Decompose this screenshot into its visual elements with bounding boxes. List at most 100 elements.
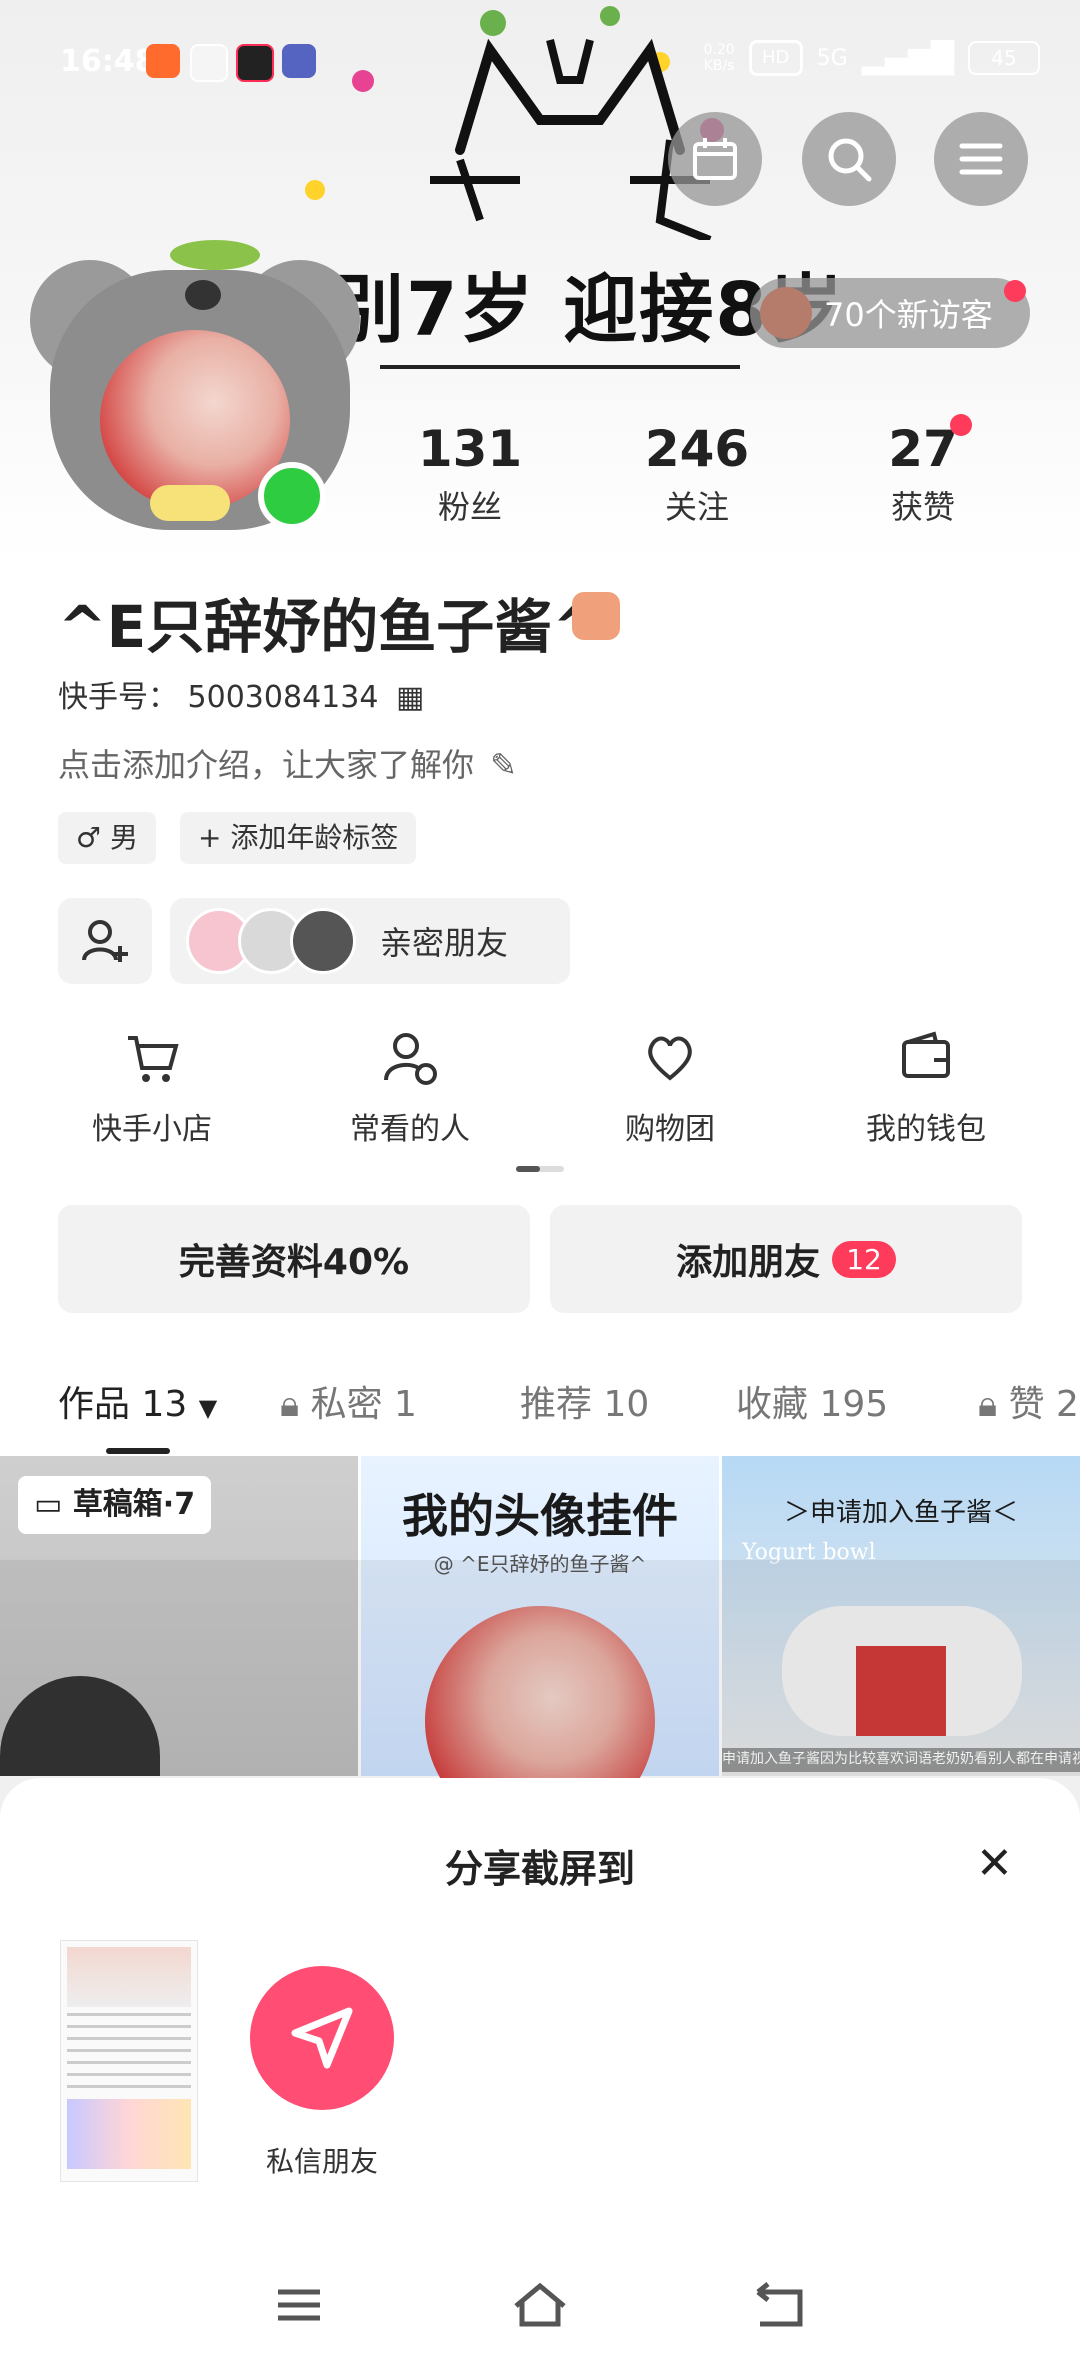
add-age-tag-button[interactable]: + 添加年龄标签 (180, 812, 417, 864)
tab-works-label: 作品 13 (58, 1384, 188, 1425)
add-friends-button[interactable]: 添加朋友 12 (550, 1205, 1022, 1313)
wallet-icon (902, 1031, 950, 1078)
tab-private-label: 私密 1 (310, 1384, 417, 1425)
intro-row[interactable]: 点击添加介绍，让大家了解你 ✎ (58, 740, 517, 786)
intro-placeholder: 点击添加介绍，让大家了解你 (58, 746, 475, 784)
frequent-people-button[interactable]: 常看的人 (300, 1030, 520, 1148)
following-stat[interactable]: 246 关注 (607, 420, 787, 528)
thumbnail-grid (67, 2099, 191, 2169)
back-icon (756, 2282, 803, 2327)
profile-name: ^E只辞妤的鱼子酱^ (58, 593, 601, 661)
kuaishou-id: 5003084134 (187, 680, 379, 715)
following-label: 关注 (664, 488, 729, 526)
draft-box-label: ▭ 草稿箱·7 (18, 1476, 212, 1534)
kuaishou-id-label: 快手号： (58, 680, 178, 715)
thumbnail-header (67, 1947, 191, 2007)
lock-icon: 🔒︎ (280, 1384, 300, 1425)
gender-tag[interactable]: ♂ 男 (58, 812, 157, 864)
add-user-icon (82, 920, 128, 962)
work-tile-yogurt-title: ＞申请加入鱼子酱＜ (783, 1498, 1018, 1528)
heart-group-icon (648, 1036, 692, 1081)
add-friend-button[interactable] (58, 898, 152, 984)
new-visitors-label: 70个新访客 (824, 296, 993, 334)
send-arrow-icon (291, 2007, 353, 2069)
search-icon (828, 138, 872, 182)
add-friends-badge: 12 (832, 1240, 896, 1278)
signal-icon: ▂▄▆█ (861, 40, 954, 76)
menu-button[interactable] (934, 112, 1028, 206)
likes-stat[interactable]: 27 获赞 (833, 420, 1013, 528)
profile-avatar[interactable] (30, 240, 370, 540)
app-notification-icon (190, 44, 228, 82)
tab-works[interactable]: 作品 13 ▼ (58, 1375, 217, 1427)
visitor-avatar (760, 287, 812, 339)
network-speed: 0.20 KB/s (703, 42, 735, 74)
bow-decoration (150, 485, 230, 521)
draft-box-text: 草稿箱·7 (72, 1487, 196, 1522)
dropdown-caret-icon: ▼ (198, 1394, 218, 1422)
wallet-button[interactable]: 我的钱包 (816, 1030, 1036, 1148)
menu-lines-icon (278, 2289, 320, 2321)
content-tabs: 作品 13 ▼ 🔒︎ 私密 1 推荐 10 收藏 195 🔒︎ 赞 2 (0, 1365, 1080, 1454)
online-status-dot (258, 462, 326, 530)
network-type: 5G (816, 45, 848, 71)
status-bar: 16:48 0.20 KB/s HD 5G ▂▄▆█ 45 (0, 30, 1080, 90)
lock-icon: 🔒︎ (978, 1384, 998, 1425)
following-count: 246 (644, 420, 750, 478)
recent-apps-button[interactable] (274, 2280, 324, 2334)
followers-stat[interactable]: 131 粉丝 (380, 420, 560, 528)
screenshot-thumbnail[interactable] (60, 1940, 198, 2182)
hd-icon: HD (748, 40, 803, 76)
likes-label: 获赞 (890, 488, 955, 526)
close-icon[interactable]: ✕ (976, 1838, 1013, 1889)
tab-active-indicator (106, 1448, 170, 1454)
level-badge-icon[interactable] (572, 592, 620, 640)
likes-notification-dot (950, 414, 972, 436)
home-icon (514, 2282, 566, 2327)
kuaishou-shop-label: 快手小店 (92, 1112, 212, 1147)
followers-label: 粉丝 (437, 488, 502, 526)
wallet-label: 我的钱包 (866, 1112, 986, 1147)
visitors-notification-dot (1004, 280, 1026, 302)
folder-icon: ▭ (34, 1487, 63, 1522)
complete-profile-button[interactable]: 完善资料40% (58, 1205, 530, 1313)
cart-icon (128, 1036, 179, 1082)
tab-recommend[interactable]: 推荐 10 (520, 1375, 649, 1427)
close-friends-button[interactable]: 亲密朋友 (170, 898, 570, 984)
tab-favorite[interactable]: 收藏 195 (736, 1375, 888, 1427)
back-button[interactable] (752, 2280, 808, 2334)
tools-page-indicator (516, 1166, 564, 1172)
close-friends-label: 亲密朋友 (380, 924, 509, 962)
thumbnail-lines (67, 2013, 191, 2093)
followers-count: 131 (417, 420, 523, 478)
koala-nose (185, 280, 221, 310)
battery-icon: 45 (968, 41, 1040, 75)
video-app-icon (236, 44, 274, 82)
likes-count: 27 (888, 420, 958, 478)
game-app-icon (282, 44, 316, 78)
banner-underline (380, 365, 740, 369)
search-button[interactable] (802, 112, 896, 206)
leaf-decoration (170, 240, 260, 270)
frequent-people-label: 常看的人 (350, 1112, 470, 1147)
new-visitors-button[interactable]: 70个新访客 (750, 278, 1030, 348)
status-time: 16:48 (60, 44, 156, 79)
kuaishou-app-icon (146, 44, 180, 78)
hamburger-icon (959, 143, 1003, 175)
shopping-group-button[interactable]: 购物团 (560, 1030, 780, 1148)
user-clock-icon (384, 1033, 437, 1085)
kuaishou-id-row[interactable]: 快手号： 5003084134 ▦ (58, 672, 424, 716)
edit-pencil-icon: ✎ (490, 746, 517, 784)
home-button[interactable] (510, 2280, 570, 2334)
close-friend-avatar (290, 908, 356, 974)
kuaishou-shop-button[interactable]: 快手小店 (42, 1030, 262, 1148)
tab-private[interactable]: 🔒︎ 私密 1 (280, 1375, 417, 1427)
calendar-button[interactable] (668, 112, 762, 206)
work-tile-title: 我的头像挂件 (402, 1489, 678, 1543)
shopping-group-label: 购物团 (625, 1112, 715, 1147)
tab-likes[interactable]: 🔒︎ 赞 2 (978, 1375, 1079, 1427)
direct-message-button[interactable] (250, 1966, 394, 2110)
direct-message-label: 私信朋友 (265, 2145, 378, 2178)
tab-likes-label: 赞 2 (1008, 1384, 1079, 1425)
qr-code-icon[interactable]: ▦ (396, 680, 424, 715)
